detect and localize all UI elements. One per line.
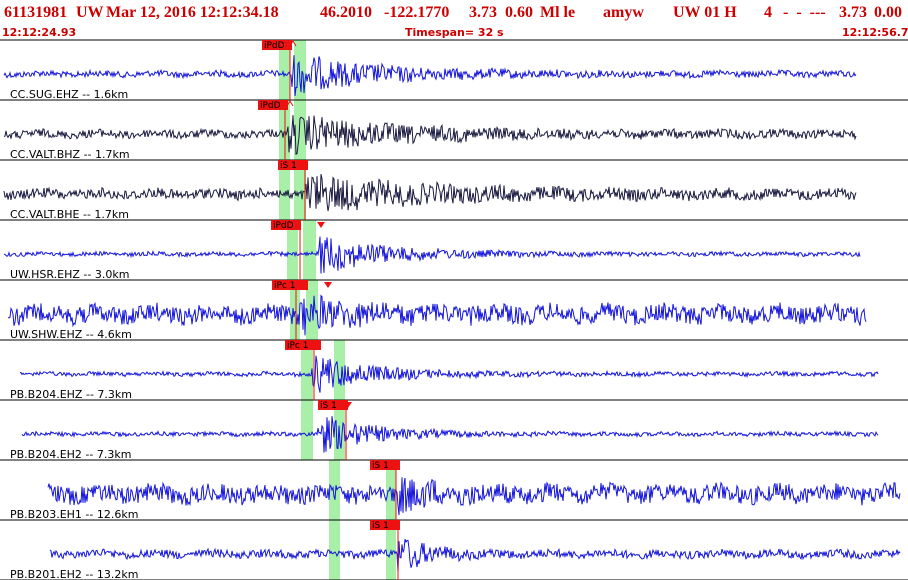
trace-station-label: CC.VALT.BHE -- 1.7km	[10, 208, 129, 221]
pick-label: iPc 1	[287, 341, 308, 351]
trace-station-label: PB.B201.EH2 -- 13.2km	[10, 568, 138, 580]
pick-label: iPdD	[260, 101, 281, 111]
trace-waveform	[3, 173, 857, 212]
phase-window-band	[334, 340, 345, 400]
pick-label: iPc 1	[274, 281, 295, 291]
pick-label: iS 1	[280, 161, 297, 171]
pick-triangle-icon	[317, 222, 325, 228]
trace-station-label: UW.SHW.EHZ -- 4.6km	[10, 328, 132, 341]
trace-waveform	[21, 416, 879, 453]
trace-waveform	[47, 477, 901, 516]
pick-label: iS 1	[320, 401, 337, 411]
pick-label: iS 1	[372, 461, 389, 471]
pick-label: iS 1	[372, 521, 389, 531]
trace-station-label: PB.B204.EH2 -- 7.3km	[10, 448, 131, 461]
phase-window-band	[329, 520, 340, 580]
phase-window-band	[329, 460, 340, 520]
trace-station-label: UW.HSR.EHZ -- 3.0km	[10, 268, 129, 281]
pick-triangle-icon	[324, 282, 332, 288]
phase-window-band	[301, 400, 313, 460]
trace-waveform	[19, 355, 879, 393]
trace-waveform	[7, 294, 867, 336]
trace-station-label: CC.VALT.BHZ -- 1.7km	[10, 148, 130, 161]
trace-waveform	[3, 236, 861, 274]
pick-label: iPdD	[273, 221, 294, 231]
trace-station-label: PB.B203.EH1 -- 12.6km	[10, 508, 138, 521]
trace-station-label: PB.B204.EHZ -- 7.3km	[10, 388, 132, 401]
trace-waveform	[3, 115, 857, 155]
trace-station-label: CC.SUG.EHZ -- 1.6km	[10, 88, 128, 101]
phase-window-band	[303, 220, 316, 280]
seismogram-panel[interactable]: CC.SUG.EHZ -- 1.6km CC.VALT.BHZ -- 1.7km C…	[0, 0, 908, 580]
trace-waveform	[49, 539, 901, 573]
trace-waveform	[3, 55, 857, 96]
pick-label: iPdD	[264, 41, 285, 51]
